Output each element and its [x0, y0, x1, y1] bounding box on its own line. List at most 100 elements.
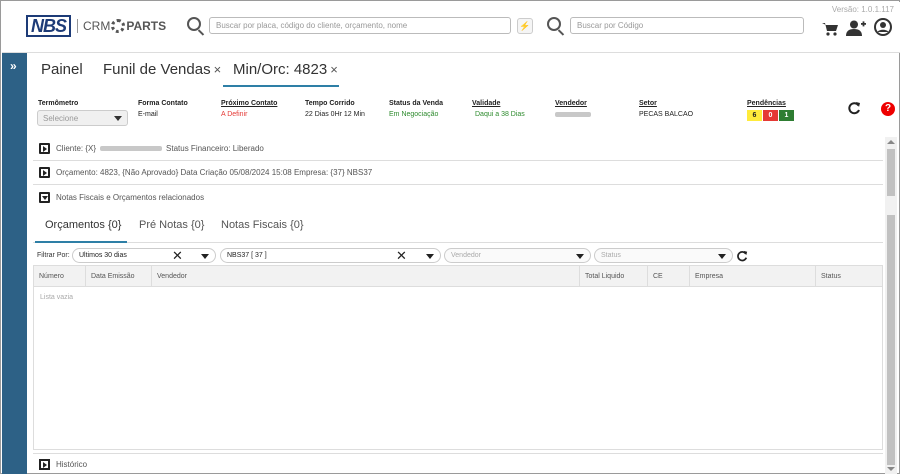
- pendencia-badge-red[interactable]: 0: [763, 110, 778, 121]
- sidebar: »: [2, 53, 27, 474]
- tab-funil-de-vendas[interactable]: Funil de Vendas ×: [103, 61, 221, 78]
- chevron-down-icon: [576, 254, 584, 259]
- top-bar: NBS CRM PARTS Buscar por placa, código d…: [2, 2, 900, 53]
- termometro-value: Selecione: [43, 114, 79, 123]
- termometro-label: Termômetro: [38, 100, 79, 107]
- vendedor-select[interactable]: Vendedor: [444, 248, 591, 263]
- close-icon[interactable]: ×: [330, 62, 338, 77]
- refresh-icon[interactable]: [736, 250, 748, 262]
- forma-contato-field: Forma Contato E-mail: [138, 100, 188, 118]
- validade-field[interactable]: Validade Daqui a 38 Dias: [472, 100, 525, 118]
- info-bar: Termômetro Selecione Forma Contato E-mai…: [31, 93, 900, 133]
- pendencia-badge-yellow[interactable]: 6: [747, 110, 762, 121]
- vendedor-label[interactable]: Vendedor: [555, 100, 591, 107]
- vertical-scrollbar[interactable]: [885, 137, 897, 474]
- vendedor-value: [555, 111, 591, 118]
- main-search-input[interactable]: Buscar por placa, código do cliente, orç…: [209, 17, 511, 34]
- vendedor-placeholder: Vendedor: [451, 252, 481, 259]
- setor-value: PECAS BALCAO: [639, 111, 694, 118]
- filter-bar: Filtrar Por: Ultimos 30 dias ✕ NBS37 [ 3…: [33, 247, 883, 265]
- tab-min-orc[interactable]: Min/Orc: 4823 ×: [233, 61, 338, 78]
- period-select[interactable]: Ultimos 30 dias ✕: [72, 248, 216, 263]
- termometro-select[interactable]: Selecione: [37, 110, 128, 126]
- main-content: Cliente: {X} Status Financeiro: Liberado…: [31, 137, 883, 474]
- termometro-field: Termômetro: [38, 100, 78, 107]
- pendencias-badges: 601: [747, 110, 795, 121]
- proximo-contato-label[interactable]: Próximo Contato: [221, 100, 277, 107]
- cart-icon[interactable]: [822, 22, 838, 36]
- empresa-value: NBS37 [ 37 ]: [227, 252, 267, 259]
- status-select[interactable]: Status: [594, 248, 733, 263]
- code-search-input[interactable]: Buscar por Código: [570, 17, 804, 34]
- tempo-corrido-field: Tempo Corrido 22 Dias 0Hr 12 Min: [305, 100, 365, 118]
- accordion-historico[interactable]: Histórico: [33, 453, 883, 474]
- version-label: Versão: 1.0.1.117: [831, 5, 894, 14]
- status-venda-field: Status da Venda Em Negociação: [389, 100, 443, 118]
- search-icon[interactable]: [187, 17, 201, 31]
- chevron-down-icon: [114, 116, 122, 121]
- cliente-prefix: Cliente: {X}: [56, 144, 97, 153]
- proximo-contato-field[interactable]: Próximo Contato A Definir: [221, 100, 277, 118]
- setor-label[interactable]: Setor: [639, 100, 693, 107]
- accordion-cliente[interactable]: Cliente: {X} Status Financeiro: Liberado: [33, 137, 883, 161]
- status-venda-value: Em Negociação: [389, 111, 439, 118]
- filter-icon[interactable]: ⚡: [517, 18, 533, 34]
- app-logo: NBS CRM PARTS: [26, 14, 166, 38]
- chevron-right-icon[interactable]: »: [10, 59, 17, 73]
- historico-title: Histórico: [56, 459, 88, 469]
- validade-label[interactable]: Validade: [472, 100, 525, 107]
- expand-icon[interactable]: [39, 143, 50, 154]
- tab-painel[interactable]: Painel: [41, 61, 83, 78]
- add-user-icon[interactable]: [846, 20, 866, 36]
- collapse-icon[interactable]: [39, 191, 50, 203]
- pendencias-field[interactable]: Pendências 601: [747, 100, 795, 121]
- column-header[interactable]: Vendedor: [152, 266, 580, 287]
- pendencias-label[interactable]: Pendências: [747, 100, 795, 107]
- tab-label: Painel: [41, 61, 83, 78]
- forma-contato-value: E-mail: [138, 111, 158, 118]
- orcamento-summary: Orçamento: 4823, {Não Aprovado} Data Cri…: [56, 168, 373, 177]
- clear-icon[interactable]: ✕: [396, 248, 407, 264]
- empresa-select[interactable]: NBS37 [ 37 ] ✕: [220, 248, 441, 263]
- redacted-name: [555, 111, 591, 117]
- scroll-track-segment[interactable]: [887, 215, 895, 465]
- search-icon[interactable]: [547, 17, 561, 31]
- close-icon[interactable]: ×: [214, 62, 222, 77]
- forma-contato-label: Forma Contato: [138, 100, 188, 107]
- tab-pre-notas[interactable]: Pré Notas {0}: [139, 219, 204, 231]
- logo-nbs: NBS: [26, 15, 72, 37]
- clear-icon[interactable]: ✕: [172, 248, 183, 264]
- user-account-icon[interactable]: [874, 18, 892, 36]
- active-subtab-indicator: [35, 241, 127, 243]
- scroll-up-icon[interactable]: [887, 140, 895, 144]
- column-header[interactable]: Número: [34, 266, 86, 287]
- validade-value: Daqui a 38 Dias: [475, 111, 525, 118]
- refresh-icon[interactable]: [847, 101, 861, 115]
- active-tab-indicator: [223, 85, 339, 87]
- scroll-down-icon[interactable]: [887, 467, 895, 471]
- proximo-contato-value: A Definir: [221, 111, 248, 118]
- tab-orcamentos[interactable]: Orçamentos {0}: [45, 219, 121, 231]
- column-header[interactable]: Empresa: [690, 266, 816, 287]
- tab-label: Funil de Vendas: [103, 61, 211, 78]
- accordion-orcamento[interactable]: Orçamento: 4823, {Não Aprovado} Data Cri…: [33, 161, 883, 185]
- vendedor-field[interactable]: Vendedor: [555, 100, 591, 118]
- column-header[interactable]: CE: [648, 266, 690, 287]
- scroll-thumb[interactable]: [887, 149, 895, 196]
- tempo-corrido-value: 22 Dias 0Hr 12 Min: [305, 111, 365, 118]
- chevron-down-icon: [426, 254, 434, 259]
- setor-field[interactable]: Setor PECAS BALCAO: [639, 100, 693, 118]
- expand-icon[interactable]: [39, 458, 50, 470]
- help-icon[interactable]: ?: [881, 102, 895, 116]
- gear-icon: [111, 19, 126, 33]
- pendencia-badge-green[interactable]: 1: [779, 110, 794, 121]
- column-header[interactable]: Data Emissão: [86, 266, 152, 287]
- tab-label: Min/Orc: 4823: [233, 61, 328, 78]
- expand-icon[interactable]: [39, 167, 50, 178]
- tab-notas-fiscais[interactable]: Notas Fiscais {0}: [221, 219, 304, 231]
- chevron-down-icon: [718, 254, 726, 259]
- accordion-notas[interactable]: Notas Fiscais e Orçamentos relacionados: [33, 185, 883, 209]
- column-header[interactable]: Status: [816, 266, 882, 287]
- column-header[interactable]: Total Liquido: [580, 266, 648, 287]
- grid-header: Número Data Emissão Vendedor Total Liqui…: [34, 266, 882, 287]
